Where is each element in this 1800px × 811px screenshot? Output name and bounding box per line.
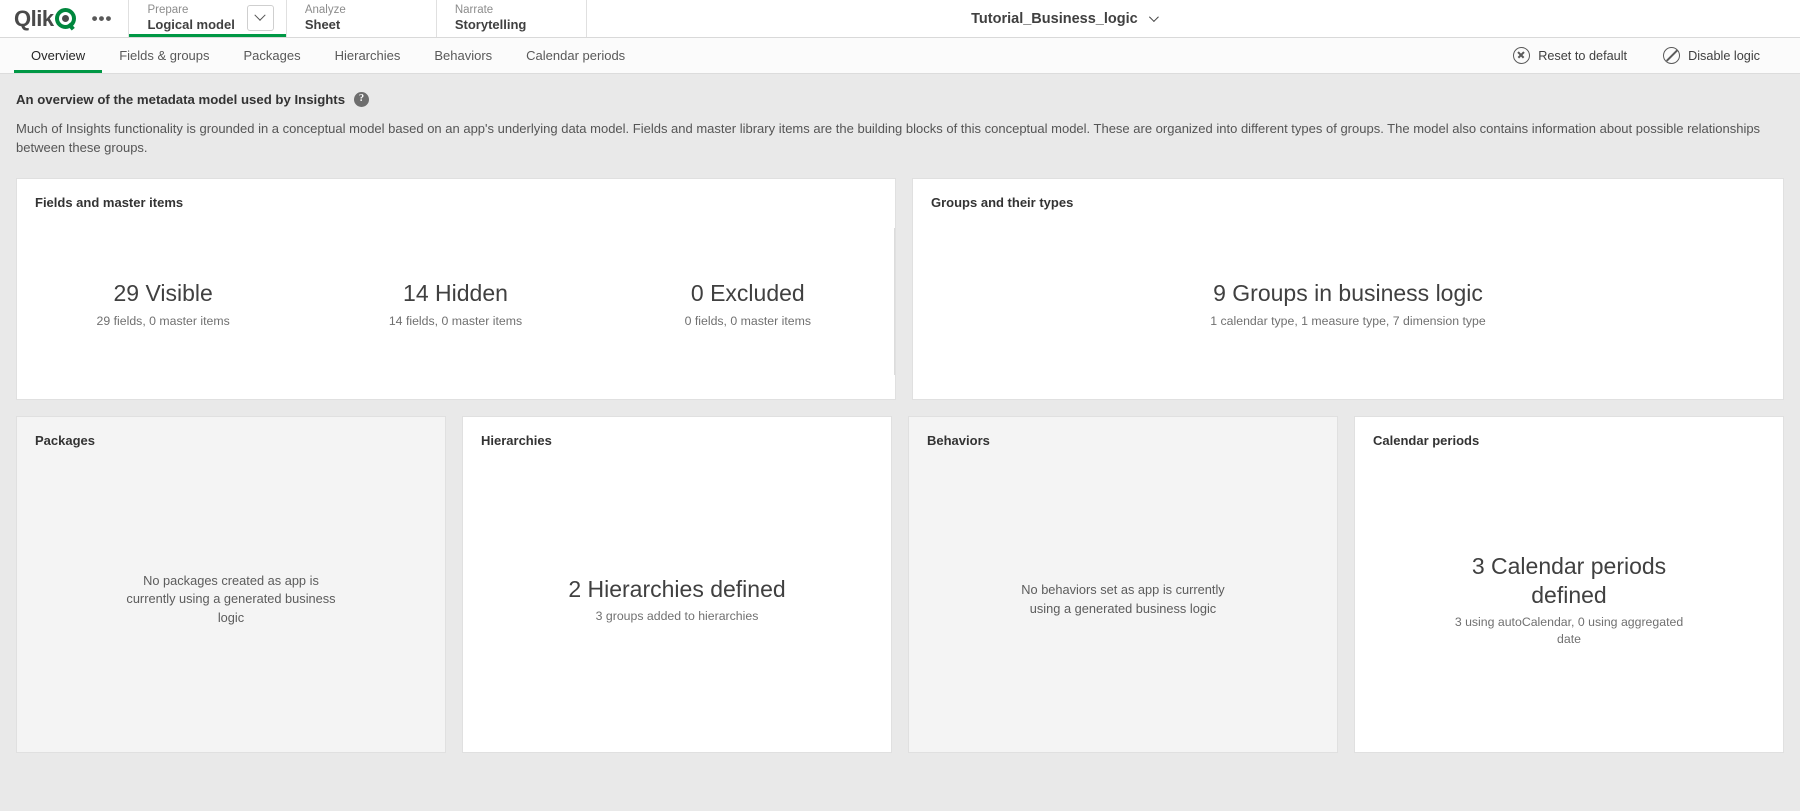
tab-bar-actions: Reset to default Disable logic	[1495, 38, 1800, 73]
logical-model-dropdown-button[interactable]	[246, 5, 274, 32]
nav-section-analyze[interactable]: Analyze Sheet	[285, 0, 436, 37]
chevron-down-icon	[1148, 12, 1159, 23]
card-title: Fields and master items	[35, 194, 184, 210]
qlik-logo-text: Qlik	[14, 5, 54, 31]
chevron-down-icon	[254, 9, 267, 22]
app-title: Tutorial_Business_logic	[971, 10, 1138, 27]
topbar-right-spacer	[1540, 0, 1800, 37]
stat-value: 0 Excluded	[690, 280, 805, 307]
card-fields-and-master-items[interactable]: Fields and master items 29 Visible 29 fi…	[16, 177, 896, 400]
stat-subtext: 1 calendar type, 1 measure type, 7 dimen…	[1210, 313, 1486, 328]
disable-logic-label: Disable logic	[1688, 48, 1760, 63]
stat-value: 29 Visible	[113, 280, 213, 307]
tab-label: Behaviors	[434, 48, 493, 63]
tab-packages[interactable]: Packages	[227, 38, 318, 73]
reset-circle-x-icon	[1513, 47, 1531, 64]
tab-bar-spacer	[642, 38, 1495, 73]
stat-hierarchies: 2 Hierarchies defined 3 groups added to …	[558, 575, 795, 625]
card-groups-and-their-types[interactable]: Groups and their types 9 Groups in busin…	[912, 177, 1784, 400]
stat-groups: 9 Groups in business logic 1 calendar ty…	[1200, 279, 1495, 329]
nav-section-narrate[interactable]: Narrate Storytelling	[435, 0, 586, 37]
tab-label: Packages	[243, 48, 301, 63]
stat-hidden: 14 Hidden 14 fields, 0 master items	[309, 279, 601, 329]
tab-calendar-periods[interactable]: Calendar periods	[509, 38, 642, 73]
no-entry-icon	[1663, 47, 1681, 64]
tab-hierarchies[interactable]: Hierarchies	[318, 38, 418, 73]
nav-section-value: Logical model	[147, 17, 235, 33]
card-body: 3 Calendar periods defined 3 using autoC…	[1355, 448, 1783, 752]
card-calendar-periods[interactable]: Calendar periods 3 Calendar periods defi…	[1354, 415, 1784, 753]
nav-section-prepare[interactable]: Prepare Logical model	[128, 0, 287, 37]
stat-value: 3 Calendar periods defined	[1471, 552, 1667, 608]
card-hierarchies[interactable]: Hierarchies 2 Hierarchies defined 3 grou…	[462, 415, 892, 753]
reset-to-default-label: Reset to default	[1538, 48, 1628, 63]
stat-value: 9 Groups in business logic	[1213, 280, 1483, 307]
stat-subtext: 0 fields, 0 master items	[684, 313, 812, 328]
card-title: Packages	[35, 432, 95, 448]
nav-section-kicker: Narrate	[454, 3, 494, 16]
intro-section: An overview of the metadata model used b…	[0, 74, 1800, 158]
overview-top-row: Fields and master items 29 Visible 29 fi…	[0, 158, 1800, 400]
empty-state-message: No behaviors set as app is currently usi…	[1021, 582, 1225, 616]
stat-subtext: 29 fields, 0 master items	[96, 313, 230, 328]
tab-behaviors[interactable]: Behaviors	[417, 38, 509, 73]
intro-description: Much of Insights functionality is ground…	[16, 121, 1761, 155]
overview-page: An overview of the metadata model used b…	[0, 74, 1800, 811]
card-body: 9 Groups in business logic 1 calendar ty…	[913, 210, 1783, 399]
card-packages[interactable]: Packages No packages created as app is c…	[16, 415, 446, 753]
card-title: Calendar periods	[1373, 432, 1480, 448]
card-body: 29 Visible 29 fields, 0 master items 14 …	[17, 210, 895, 399]
qlik-q-mark-icon	[54, 8, 76, 29]
logo-zone: Qlik •••	[0, 0, 128, 37]
tab-overview[interactable]: Overview	[14, 38, 103, 73]
app-title-dropdown[interactable]: Tutorial_Business_logic	[585, 0, 1540, 37]
stat-subtext: 3 groups added to hierarchies	[595, 609, 759, 624]
page-title: An overview of the metadata model used b…	[16, 92, 346, 107]
card-behaviors[interactable]: Behaviors No behaviors set as app is cur…	[908, 415, 1338, 753]
stat-value: 14 Hidden	[403, 280, 508, 307]
more-options-button[interactable]: •••	[86, 8, 119, 29]
nav-section-kicker: Prepare	[147, 3, 189, 16]
tab-label: Calendar periods	[526, 48, 626, 63]
card-title: Groups and their types	[931, 194, 1074, 210]
card-title: Behaviors	[927, 432, 990, 448]
empty-state-message: No packages created as app is currently …	[126, 572, 336, 625]
stat-visible: 29 Visible 29 fields, 0 master items	[17, 279, 309, 329]
nav-section-kicker: Analyze	[304, 3, 346, 16]
stat-subtext: 14 fields, 0 master items	[388, 313, 523, 328]
card-body: No packages created as app is currently …	[17, 448, 445, 752]
overview-bottom-row: Packages No packages created as app is c…	[0, 400, 1800, 769]
tab-label: Hierarchies	[334, 48, 401, 63]
tab-label: Overview	[31, 48, 86, 63]
reset-to-default-button[interactable]: Reset to default	[1495, 38, 1645, 73]
stat-calendar-periods: 3 Calendar periods defined 3 using autoC…	[1439, 552, 1699, 648]
stat-subtext: 3 using autoCalendar, 0 using aggregated…	[1454, 615, 1684, 646]
top-header-bar: Qlik ••• Prepare Logical model Analyze S…	[0, 0, 1800, 38]
card-title: Hierarchies	[481, 432, 552, 448]
nav-section-value: Storytelling	[454, 17, 527, 33]
card-body: 2 Hierarchies defined 3 groups added to …	[463, 448, 891, 752]
tab-label: Fields & groups	[119, 48, 210, 63]
help-icon[interactable]: ?	[354, 92, 370, 107]
intro-heading-row: An overview of the metadata model used b…	[16, 92, 1784, 107]
section-tab-bar: Overview Fields & groups Packages Hierar…	[0, 38, 1800, 74]
nav-section-value: Sheet	[304, 17, 341, 33]
tab-fields-and-groups[interactable]: Fields & groups	[102, 38, 226, 73]
stat-excluded: 0 Excluded 0 fields, 0 master items	[602, 279, 894, 329]
stat-value: 2 Hierarchies defined	[568, 575, 786, 602]
disable-logic-button[interactable]: Disable logic	[1645, 38, 1778, 73]
card-body: No behaviors set as app is currently usi…	[909, 448, 1337, 752]
qlik-logo[interactable]: Qlik	[14, 5, 76, 31]
card-divider	[893, 227, 895, 375]
